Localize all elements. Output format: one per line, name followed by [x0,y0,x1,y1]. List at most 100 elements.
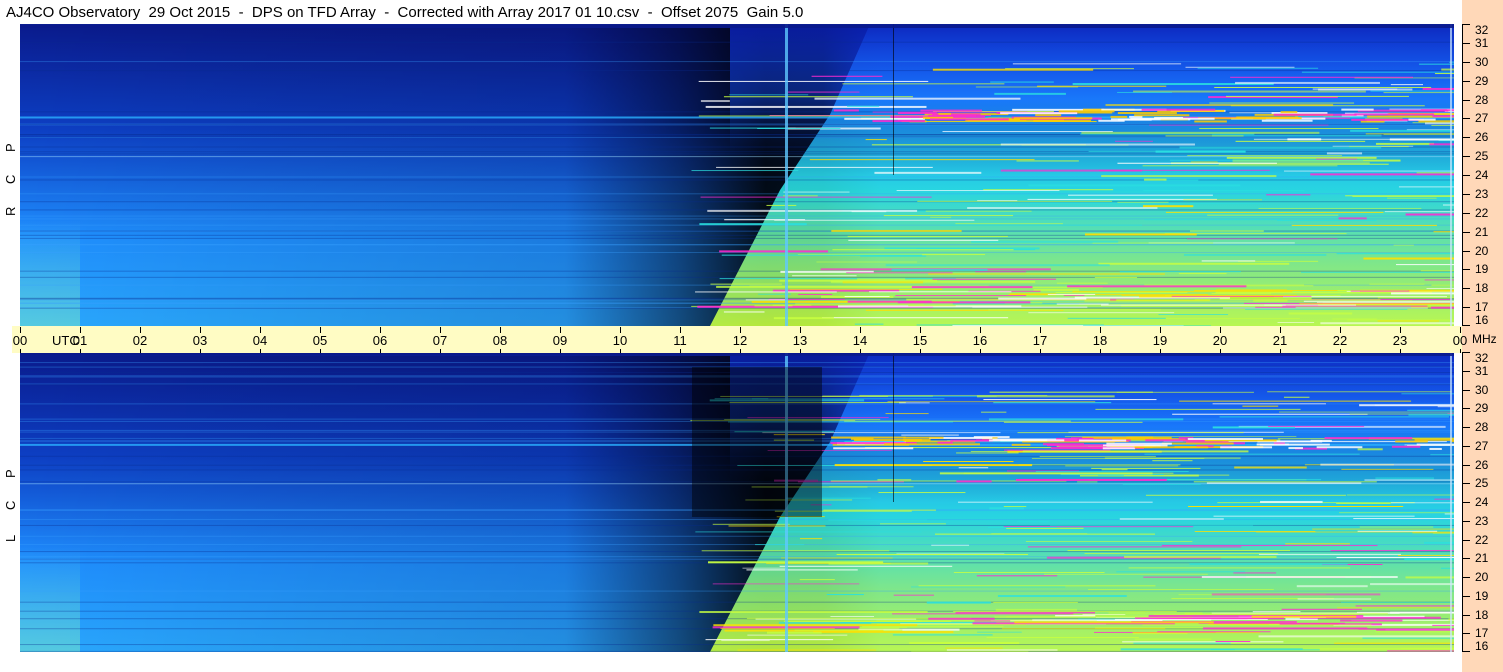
rfi-streak [1142,165,1338,167]
rfi-streak [1199,128,1379,130]
rfi-streak [930,216,952,218]
rfi-streak [1345,195,1454,197]
interference-line [20,179,1454,181]
rfi-streak [716,166,933,168]
time-tick-label: 12 [732,333,748,348]
rfi-streak [981,411,1007,413]
rfi-streak [1210,649,1235,651]
cb-band-hotspot [1395,440,1428,443]
low-band-streak [974,620,1011,622]
time-tick-label: 14 [852,333,868,348]
low-band-streak [1299,303,1454,305]
rfi-streak [728,525,826,527]
cb-band-hotspot [1187,438,1263,441]
rfi-streak [1266,194,1311,196]
rfi-streak [1015,478,1167,481]
cb-band-hotspot [1103,444,1168,447]
rfi-streak [945,647,1003,649]
rfi-streak [1301,71,1454,73]
rfi-streak [1189,230,1264,232]
time-tick-bottom [200,349,201,353]
frequency-tick-label: 30 [1475,54,1489,69]
rfi-streak [1384,211,1454,213]
frequency-tick-label: 27 [1475,438,1489,453]
rfi-streak [1098,262,1290,265]
rfi-streak [1213,515,1415,517]
time-tick-bottom [20,349,21,353]
rfi-streak [932,278,1057,280]
low-band-streak [859,627,900,629]
low-band-streak [1121,294,1297,296]
rfi-streak [1003,421,1143,423]
rfi-streak [1235,81,1380,84]
cb-band-hotspot [1261,119,1313,122]
right-edge-line [1450,24,1452,326]
rfi-streak [1056,282,1108,284]
time-tick-label: 04 [252,333,268,348]
rfi-streak [1188,506,1404,508]
cb-band-hotspot [1134,114,1190,117]
frequency-tick [1462,42,1470,44]
rfi-streak [1359,526,1434,528]
time-tick-label: 10 [612,333,628,348]
rfi-streak [857,278,906,280]
low-band-streak [1340,619,1403,622]
rfi-streak [1193,481,1377,483]
low-band-streak [1216,289,1287,291]
rfi-streak [746,569,858,571]
rfi-streak [1172,413,1368,415]
rfi-streak [1347,319,1454,321]
rfi-streak [1258,207,1422,209]
time-tick-bottom [1340,349,1341,353]
rfi-streak [1016,160,1079,162]
rfi-streak [939,472,1153,475]
cb-band-hotspot [897,112,937,115]
rfi-streak [1068,194,1213,196]
cb-band-hotspot [1141,108,1216,111]
rfi-streak [811,75,883,77]
rfi-streak [1258,553,1401,555]
rfi-streak [710,283,782,285]
rfi-streak [1375,142,1435,145]
rfi-streak [1359,404,1454,407]
cb-band-hotspot [1058,110,1115,113]
rfi-streak [1397,554,1454,556]
rfi-streak [1095,408,1301,410]
rfi-streak [699,223,807,226]
low-band-streak [1032,619,1212,621]
rfi-streak [1442,204,1454,206]
frequency-tick [1462,502,1470,503]
rfi-streak [1186,238,1338,240]
rfi-streak [1268,425,1365,427]
rfi-streak [1336,556,1454,558]
frequency-tick [1462,445,1470,447]
rfi-streak [878,492,966,494]
rfi-streak [1391,292,1454,295]
rfi-streak [836,553,1029,555]
rfi-streak [1320,463,1454,466]
low-band-streak [861,626,1004,628]
rfi-streak [885,413,929,415]
cb-band-hotspot [1416,443,1454,446]
rfi-streak [1389,138,1454,141]
cb-band-hotspot [920,109,982,112]
rfi-streak [737,649,877,651]
time-tick-bottom [620,349,621,353]
rfi-streak [1370,583,1454,586]
time-tick-label: 00 [1452,333,1468,348]
cb-band-hotspot [1259,443,1330,446]
top-edge [20,24,1454,28]
cb-band-hotspot [929,118,1009,121]
rfi-streak [953,571,1105,573]
cb-band-hotspot [1220,446,1273,449]
low-band-streak [713,624,918,627]
low-band-streak [1376,628,1454,631]
rfi-streak [1408,413,1454,416]
rfi-streak [925,210,1032,212]
rfi-streak [779,565,953,567]
rfi-streak [1117,201,1169,203]
rfi-streak [1245,308,1408,310]
rfi-streak [932,68,1094,71]
rfi-streak [1209,102,1355,104]
low-band-streak [1047,293,1096,295]
